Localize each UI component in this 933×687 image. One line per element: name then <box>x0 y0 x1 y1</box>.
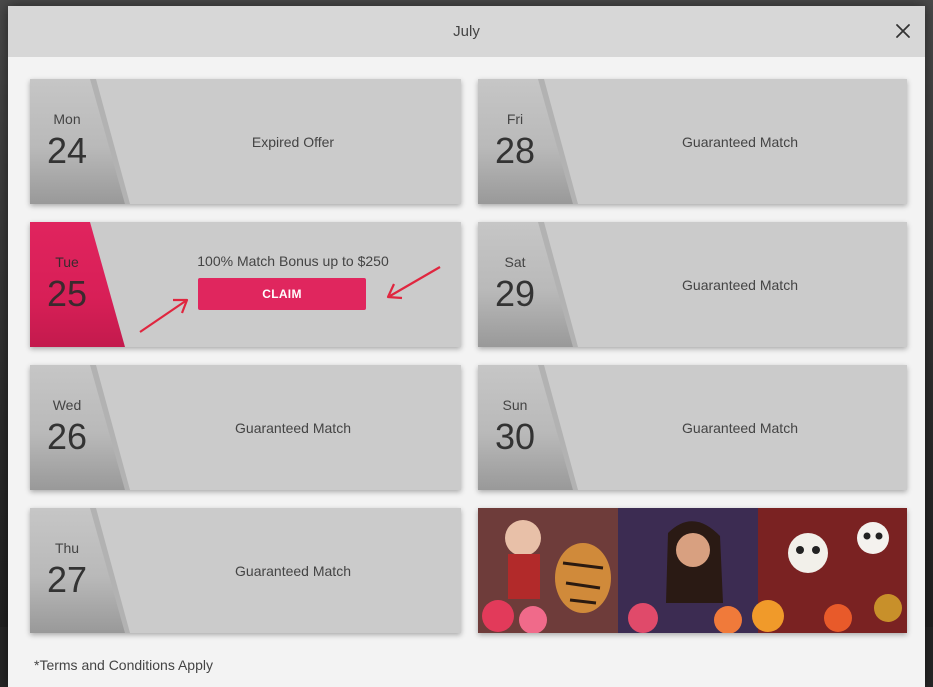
offer-label: Guaranteed Match <box>235 562 351 579</box>
day-number: 25 <box>46 273 88 314</box>
banner-artwork <box>478 508 907 633</box>
day-number: 27 <box>46 559 88 600</box>
offer-label: Guaranteed Match <box>235 419 351 436</box>
day-number: 28 <box>494 130 536 171</box>
day-of-week: Thu <box>54 540 80 556</box>
day-card-mon-24: Mon 24 Expired Offer <box>30 79 461 204</box>
day-of-week: Mon <box>53 111 81 127</box>
day-card-sat-29: Sat 29 Guaranteed Match <box>478 222 907 347</box>
claim-button[interactable]: CLAIM <box>198 278 366 310</box>
day-of-week: Fri <box>506 111 524 127</box>
annotation-arrow-right-icon <box>386 266 441 300</box>
offer-label: Guaranteed Match <box>682 276 798 293</box>
offer-label: Expired Offer <box>251 133 335 150</box>
day-number: 24 <box>46 130 88 171</box>
day-card-sun-30: Sun 30 Guaranteed Match <box>478 365 907 490</box>
day-number: 26 <box>46 416 88 457</box>
day-card-fri-28: Fri 28 Guaranteed Match <box>478 79 907 204</box>
day-number: 29 <box>494 273 536 314</box>
day-number: 30 <box>494 416 536 457</box>
day-of-week: Tue <box>55 254 79 270</box>
close-icon <box>896 24 910 38</box>
day-card-tue-25: Tue 25 100% Match Bonus up to $250 CLAIM <box>30 222 461 347</box>
offer-label: Guaranteed Match <box>682 419 798 436</box>
offer-label: Guaranteed Match <box>682 133 798 150</box>
terms-note: *Terms and Conditions Apply <box>34 657 213 673</box>
day-card-thu-27: Thu 27 Guaranteed Match <box>30 508 461 633</box>
calendar-modal: July Mon 24 Expired Offer Tue 25 100% Ma… <box>8 6 925 687</box>
modal-header: July <box>8 6 925 57</box>
close-button[interactable] <box>891 19 915 43</box>
day-of-week: Sun <box>502 397 528 413</box>
day-of-week: Sat <box>504 254 526 270</box>
modal-title: July <box>453 23 480 40</box>
promo-banner-image <box>478 508 907 633</box>
day-of-week: Wed <box>52 397 82 413</box>
annotation-arrow-left-icon <box>139 298 189 333</box>
day-card-wed-26: Wed 26 Guaranteed Match <box>30 365 461 490</box>
